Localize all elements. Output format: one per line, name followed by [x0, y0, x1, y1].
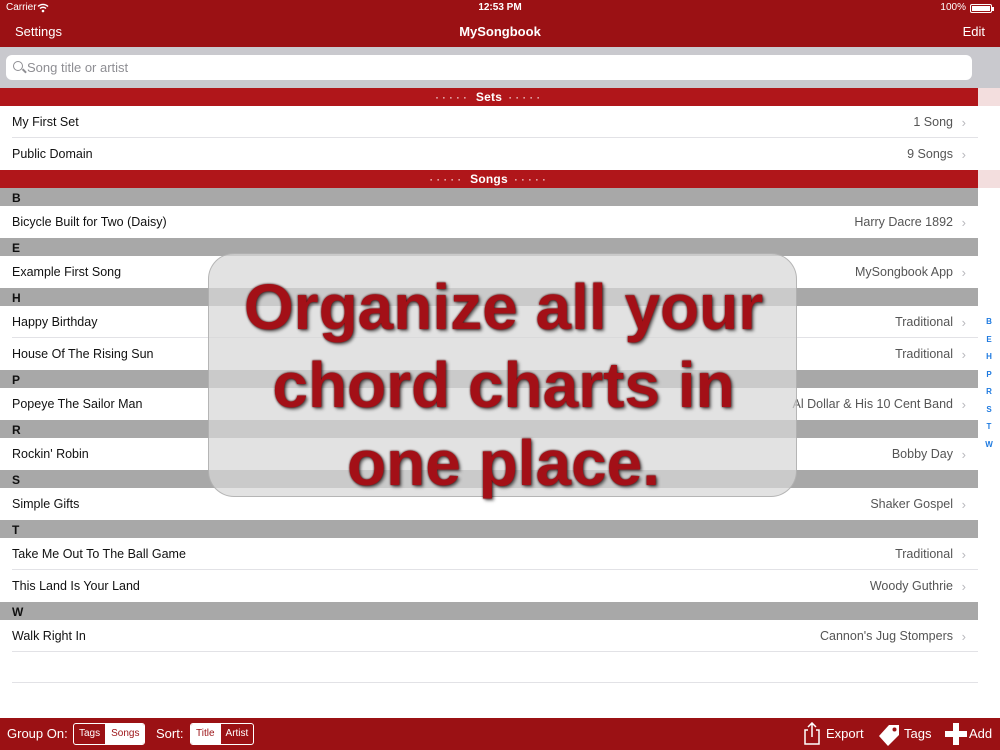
bottom-toolbar: Group On: Tags Songs Sort: Title Artist …	[0, 718, 1000, 750]
song-artist: Traditional	[895, 547, 953, 561]
plus-icon	[945, 723, 967, 745]
set-title: Public Domain	[12, 147, 93, 161]
tag-icon	[879, 725, 899, 746]
set-count: 9 Songs	[907, 147, 953, 161]
battery-icon	[970, 4, 994, 13]
index-letter-p[interactable]: P	[978, 370, 1000, 379]
chevron-right-icon: ›	[961, 447, 966, 462]
search-input[interactable]	[27, 58, 957, 77]
export-label: Export	[826, 726, 864, 741]
song-artist: Harry Dacre 1892	[854, 215, 953, 229]
magnifier-icon	[13, 61, 23, 71]
chevron-right-icon: ›	[961, 397, 966, 412]
letter-header-t: T	[0, 520, 978, 538]
sets-section-header: ····· Sets ·····	[0, 88, 978, 106]
index-letter-s[interactable]: S	[978, 405, 1000, 414]
letter-header-b: B	[0, 188, 978, 206]
add-label: Add	[969, 726, 993, 741]
export-button[interactable]: Export	[802, 722, 868, 746]
index-letter-t[interactable]: T	[978, 422, 1000, 431]
header-strip	[978, 170, 1000, 188]
status-bar: Carrier 12:53 PM 100%	[0, 0, 1000, 16]
sort-label: Sort:	[156, 726, 184, 741]
promo-line: Organize all your	[243, 271, 764, 343]
song-title: House Of The Rising Sun	[12, 347, 154, 361]
edit-button[interactable]: Edit	[963, 24, 985, 39]
song-title: Simple Gifts	[12, 497, 80, 511]
add-button[interactable]: Add	[944, 722, 996, 746]
sort-segmented-control[interactable]: Title Artist	[190, 723, 255, 745]
chevron-right-icon: ›	[961, 215, 966, 230]
index-letter-r[interactable]: R	[978, 387, 1000, 396]
section-index[interactable]: B E H P R S T W	[978, 188, 1000, 718]
song-row[interactable]: Walk Right In Cannon's Jug Stompers ›	[0, 620, 978, 652]
battery-percent: 100%	[940, 2, 966, 13]
set-row[interactable]: Public Domain 9 Songs ›	[0, 138, 978, 170]
promo-text: Organize all your chord charts in one pl…	[209, 268, 798, 502]
group-option-tags[interactable]: Tags	[74, 724, 105, 744]
promo-overlay: Organize all your chord charts in one pl…	[208, 253, 797, 499]
song-title: Popeye The Sailor Man	[12, 397, 143, 411]
sort-option-title[interactable]: Title	[191, 724, 220, 744]
share-icon	[804, 722, 820, 745]
song-row[interactable]: Take Me Out To The Ball Game Traditional…	[0, 538, 978, 570]
index-letter-w[interactable]: W	[978, 440, 1000, 449]
song-title: Happy Birthday	[12, 315, 98, 329]
group-option-songs[interactable]: Songs	[105, 724, 145, 744]
index-letter-e[interactable]: E	[978, 335, 1000, 344]
song-artist: Traditional	[895, 347, 953, 361]
page-title: MySongbook	[459, 24, 541, 39]
sets-header-label: Sets	[475, 90, 503, 104]
song-title: Rockin' Robin	[12, 447, 89, 461]
chevron-right-icon: ›	[961, 265, 966, 280]
song-artist: Shaker Gospel	[870, 497, 953, 511]
song-title: This Land Is Your Land	[12, 579, 140, 593]
list-end-separator	[12, 682, 978, 683]
song-title: Take Me Out To The Ball Game	[12, 547, 186, 561]
chevron-right-icon: ›	[961, 147, 966, 162]
index-letter-b[interactable]: B	[978, 317, 1000, 326]
promo-line: one place.	[347, 427, 660, 499]
promo-line: chord charts in	[272, 349, 735, 421]
song-artist: Woody Guthrie	[869, 579, 953, 593]
chevron-right-icon: ›	[961, 115, 966, 130]
set-row[interactable]: My First Set 1 Song ›	[0, 106, 978, 138]
chevron-right-icon: ›	[961, 347, 966, 362]
index-letter-h[interactable]: H	[978, 352, 1000, 361]
chevron-right-icon: ›	[961, 315, 966, 330]
chevron-right-icon: ›	[961, 629, 966, 644]
chevron-right-icon: ›	[961, 579, 966, 594]
song-title: Walk Right In	[12, 629, 86, 643]
song-artist: MySongbook App	[855, 265, 953, 279]
song-row[interactable]: This Land Is Your Land Woody Guthrie ›	[0, 570, 978, 602]
navigation-bar: Settings MySongbook Edit	[0, 16, 1000, 47]
clock: 12:53 PM	[478, 2, 522, 13]
songs-header-label: Songs	[470, 172, 508, 186]
song-artist: Al Dollar & His 10 Cent Band	[792, 397, 954, 411]
songs-section-header: ····· Songs ·····	[0, 170, 978, 188]
song-title: Bicycle Built for Two (Daisy)	[12, 215, 167, 229]
header-strip	[978, 88, 1000, 106]
chevron-right-icon: ›	[961, 547, 966, 562]
group-on-segmented-control[interactable]: Tags Songs	[73, 723, 146, 745]
tags-label: Tags	[904, 726, 932, 741]
song-artist: Traditional	[895, 315, 953, 329]
tags-button[interactable]: Tags	[877, 722, 935, 746]
song-artist: Cannon's Jug Stompers	[819, 629, 953, 643]
battery-fill	[972, 6, 990, 11]
song-row[interactable]: Bicycle Built for Two (Daisy) Harry Dacr…	[0, 206, 978, 238]
search-field[interactable]	[6, 55, 972, 80]
chevron-right-icon: ›	[961, 497, 966, 512]
set-title: My First Set	[12, 115, 79, 129]
song-title: Example First Song	[12, 265, 122, 279]
sort-option-artist[interactable]: Artist	[219, 724, 254, 744]
group-on-label: Group On:	[7, 726, 68, 741]
song-artist: Bobby Day	[891, 447, 953, 461]
search-bar	[0, 47, 1000, 88]
set-count: 1 Song	[913, 115, 953, 129]
letter-header-w: W	[0, 602, 978, 620]
